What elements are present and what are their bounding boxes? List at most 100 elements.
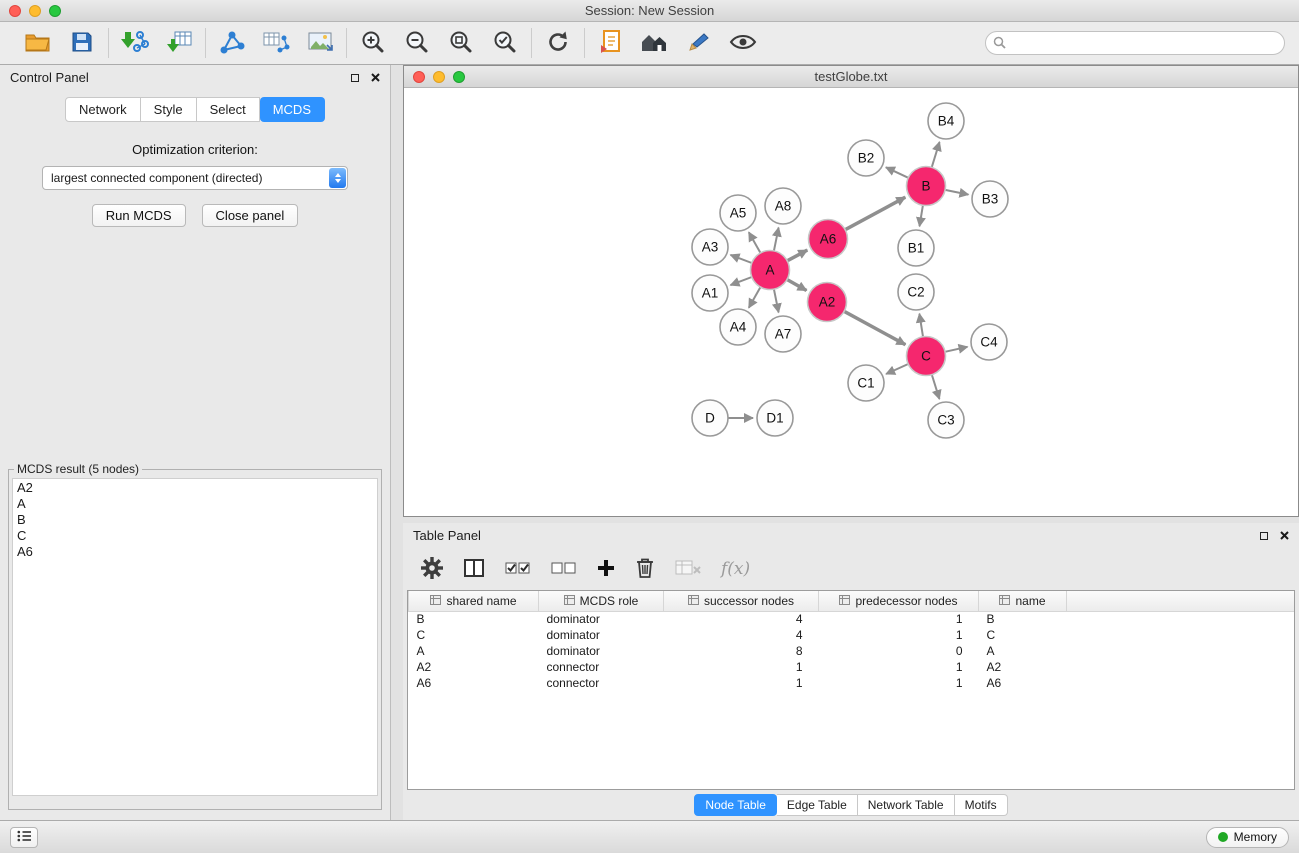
open-session-button[interactable] <box>22 27 54 59</box>
table-cell[interactable]: dominator <box>539 643 664 659</box>
table-cell[interactable]: dominator <box>539 611 664 627</box>
task-history-button[interactable] <box>10 827 38 848</box>
edge-A-A1[interactable] <box>731 277 752 285</box>
network-canvas[interactable]: B4B2BB3A5A8A6B1A3AC2A1A2A4A7C4CC1C3DD1 <box>404 88 1298 516</box>
tab-node-table[interactable]: Node Table <box>694 794 777 816</box>
table-row[interactable]: Cdominator41C <box>409 627 1295 643</box>
home-views-button[interactable] <box>639 27 671 59</box>
search-input[interactable] <box>985 31 1285 55</box>
node-A7[interactable]: A7 <box>765 316 801 352</box>
table-row[interactable]: Bdominator41B <box>409 611 1295 627</box>
edge-B-B4[interactable] <box>932 142 940 167</box>
table-cell[interactable]: A2 <box>409 659 539 675</box>
table-row[interactable]: A6connector11A6 <box>409 675 1295 691</box>
table-cell[interactable]: A <box>979 643 1067 659</box>
table-cell[interactable]: A6 <box>409 675 539 691</box>
float-table-panel-icon[interactable] <box>1260 532 1268 540</box>
close-table-panel-icon[interactable] <box>1280 531 1289 540</box>
tab-mcds[interactable]: MCDS <box>260 97 325 122</box>
column-header-successor-nodes[interactable]: successor nodes <box>664 591 819 611</box>
node-D[interactable]: D <box>692 400 728 436</box>
delete-table-button[interactable] <box>675 554 701 584</box>
table-cell[interactable]: 4 <box>664 627 819 643</box>
select-all-button[interactable] <box>505 554 531 584</box>
zoom-fit-button[interactable] <box>445 27 477 59</box>
network-minimize-button[interactable] <box>433 71 445 83</box>
first-neighbors-button[interactable] <box>595 27 627 59</box>
import-network-button[interactable] <box>119 27 151 59</box>
table-cell[interactable]: A6 <box>979 675 1067 691</box>
mcds-result-item[interactable]: A2 <box>17 480 373 496</box>
node-A5[interactable]: A5 <box>720 195 756 231</box>
node-B4[interactable]: B4 <box>928 103 964 139</box>
show-hide-details-button[interactable] <box>727 27 759 59</box>
edge-C-C4[interactable] <box>945 347 968 352</box>
node-B3[interactable]: B3 <box>972 181 1008 217</box>
table-row[interactable]: A2connector11A2 <box>409 659 1295 675</box>
tab-select[interactable]: Select <box>197 97 260 122</box>
node-A6[interactable]: A6 <box>809 220 848 259</box>
save-session-button[interactable] <box>66 27 98 59</box>
column-header-shared-name[interactable]: shared name <box>409 591 539 611</box>
function-builder-button[interactable]: f(x) <box>721 554 750 584</box>
zoom-selected-button[interactable] <box>489 27 521 59</box>
mcds-result-item[interactable]: B <box>17 512 373 528</box>
close-panel-button[interactable]: Close panel <box>202 204 299 227</box>
network-close-button[interactable] <box>413 71 425 83</box>
network-maximize-button[interactable] <box>453 71 465 83</box>
mcds-result-item[interactable]: C <box>17 528 373 544</box>
edge-B-B1[interactable] <box>920 205 923 226</box>
node-A1[interactable]: A1 <box>692 275 728 311</box>
zoom-out-button[interactable] <box>401 27 433 59</box>
tab-network-table[interactable]: Network Table <box>858 794 955 816</box>
node-C[interactable]: C <box>907 337 946 376</box>
network-window-titlebar[interactable]: testGlobe.txt <box>404 66 1298 88</box>
edge-A-A5[interactable] <box>749 232 761 253</box>
edge-B-B3[interactable] <box>945 190 968 195</box>
minimize-window-button[interactable] <box>29 5 41 17</box>
node-C4[interactable]: C4 <box>971 324 1007 360</box>
column-header-predecessor-nodes[interactable]: predecessor nodes <box>819 591 979 611</box>
memory-button[interactable]: Memory <box>1206 827 1289 848</box>
node-B1[interactable]: B1 <box>898 230 934 266</box>
optimization-criterion-select[interactable]: largest connected component (directed) <box>42 166 348 190</box>
mcds-result-item[interactable]: A6 <box>17 544 373 560</box>
annotation-button[interactable] <box>683 27 715 59</box>
delete-column-button[interactable] <box>635 554 655 584</box>
table-cell[interactable]: A <box>409 643 539 659</box>
table-cell[interactable]: 8 <box>664 643 819 659</box>
node-C3[interactable]: C3 <box>928 402 964 438</box>
table-cell[interactable]: 1 <box>664 675 819 691</box>
edge-A-A4[interactable] <box>749 287 761 308</box>
column-header-MCDS-role[interactable]: MCDS role <box>539 591 664 611</box>
edge-A2-C[interactable] <box>844 311 905 344</box>
table-cell[interactable]: 1 <box>819 675 979 691</box>
show-columns-button[interactable] <box>463 554 485 584</box>
node-C2[interactable]: C2 <box>898 274 934 310</box>
node-A2[interactable]: A2 <box>808 283 847 322</box>
tab-motifs[interactable]: Motifs <box>955 794 1008 816</box>
tab-edge-table[interactable]: Edge Table <box>777 794 858 816</box>
edge-A6-B[interactable] <box>845 197 905 230</box>
table-cell[interactable]: C <box>409 627 539 643</box>
table-cell[interactable]: B <box>979 611 1067 627</box>
tab-network[interactable]: Network <box>65 97 141 122</box>
float-panel-icon[interactable] <box>351 74 359 82</box>
table-cell[interactable]: connector <box>539 675 664 691</box>
table-cell[interactable]: 1 <box>664 659 819 675</box>
edge-A-A3[interactable] <box>731 255 752 263</box>
node-A4[interactable]: A4 <box>720 309 756 345</box>
export-image-button[interactable] <box>304 27 336 59</box>
table-settings-button[interactable] <box>421 554 443 584</box>
edge-A-A6[interactable] <box>787 250 807 261</box>
table-row[interactable]: Adominator80A <box>409 643 1295 659</box>
import-table-button[interactable] <box>163 27 195 59</box>
node-B2[interactable]: B2 <box>848 140 884 176</box>
add-column-button[interactable] <box>597 554 615 584</box>
edge-A-A8[interactable] <box>774 228 779 251</box>
table-cell[interactable]: B <box>409 611 539 627</box>
network-from-table-button[interactable] <box>260 27 292 59</box>
mcds-result-item[interactable]: A <box>17 496 373 512</box>
node-A[interactable]: A <box>751 251 790 290</box>
table-cell[interactable]: 1 <box>819 611 979 627</box>
